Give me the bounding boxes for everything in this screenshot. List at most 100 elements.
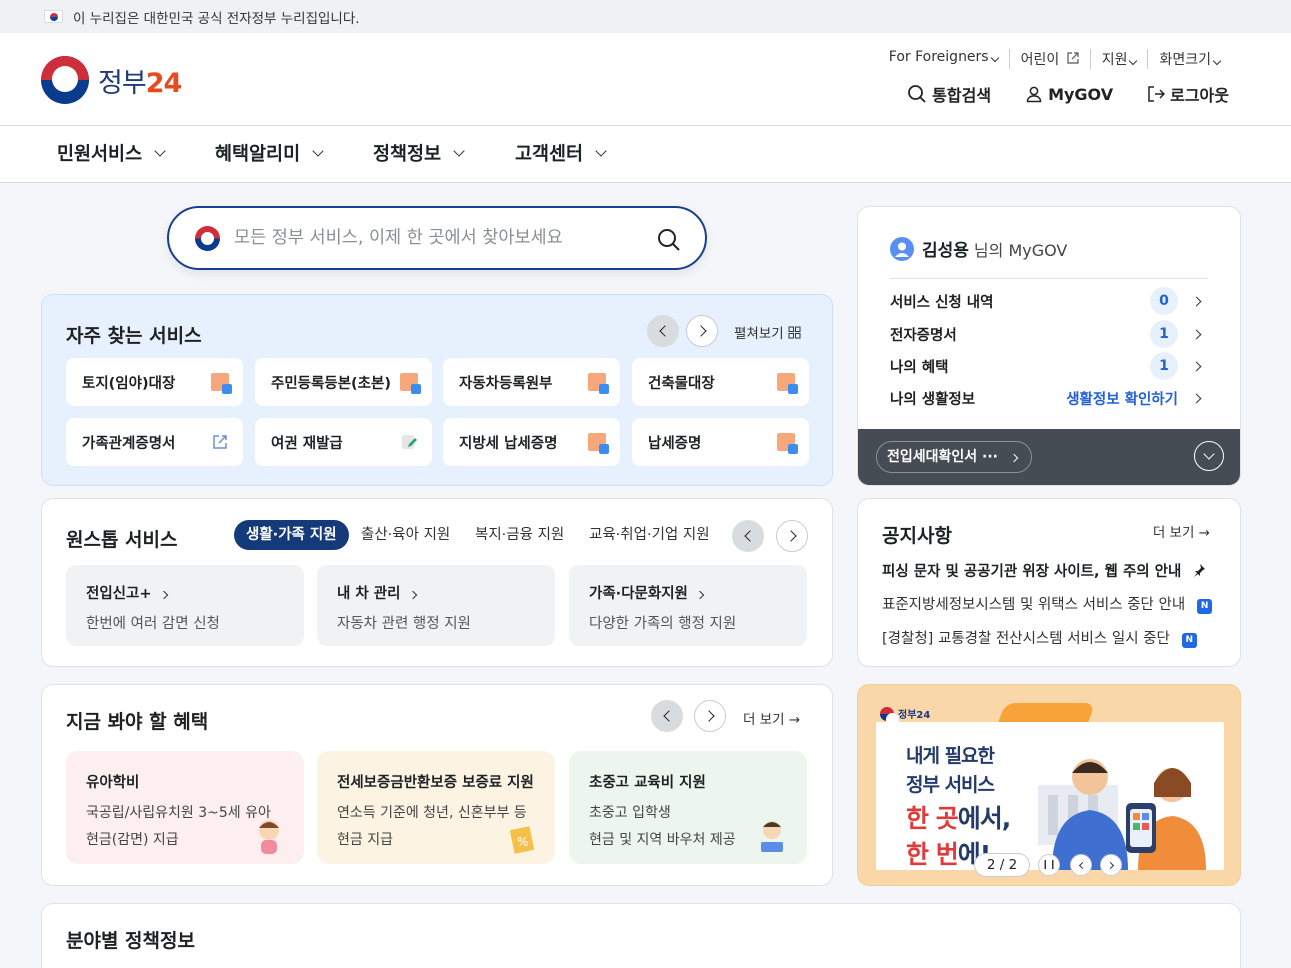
- chevron-right-icon: [1191, 296, 1202, 306]
- search-icon[interactable]: [657, 228, 681, 252]
- next-button[interactable]: [686, 315, 718, 347]
- mygov-row-e-certificate[interactable]: 전자증명서 1: [890, 318, 1204, 350]
- notice-item[interactable]: [경찰청] 교통경찰 전산시스템 서비스 일시 중단 N: [882, 627, 1197, 648]
- notice-more-link[interactable]: 더 보기 →: [1153, 521, 1210, 541]
- mygov-row-service-history[interactable]: 서비스 신청 내역 0: [890, 285, 1204, 317]
- benefits-more-link[interactable]: 더 보기 →: [743, 708, 800, 728]
- pencil-icon: [402, 435, 417, 449]
- chevron-down-icon: [154, 145, 166, 157]
- main-actions: 통합검색 MyGOV 로그아웃: [907, 82, 1229, 106]
- benefit-card[interactable]: 초중고 교육비 지원 초중고 입학생 현금 및 지역 바우처 제공: [569, 751, 807, 864]
- chevron-down-icon: [453, 145, 465, 157]
- tab-birth-childcare[interactable]: 출산·육아 지원: [349, 520, 462, 550]
- next-button[interactable]: [776, 520, 808, 552]
- external-link-icon: [1067, 52, 1079, 64]
- chevron-right-icon: [702, 710, 715, 722]
- tab-education-employment[interactable]: 교육·취업·기업 지원: [577, 520, 722, 550]
- onestop-item[interactable]: 가족·다문화지원 다양한 가족의 행정 지원: [569, 565, 807, 646]
- life-info-link[interactable]: 생활정보 확인하기: [1066, 388, 1178, 409]
- chevron-right-icon: [159, 590, 168, 600]
- promo-banner[interactable]: 정부24 내게 필요한 정부 서비스 한 곳에서, 한 번에! 2 / 2 ❙❙: [857, 684, 1241, 886]
- prev-button[interactable]: [732, 520, 764, 552]
- document-icon: [777, 433, 798, 454]
- banner-prev-button[interactable]: [1070, 854, 1092, 876]
- chevron-left-icon: [662, 710, 675, 722]
- service-local-tax-certificate[interactable]: 지방세 납세증명: [443, 418, 620, 466]
- onestop-item[interactable]: 내 차 관리 자동차 관련 행정 지원: [317, 565, 555, 646]
- search-input[interactable]: [234, 228, 654, 248]
- logout-button[interactable]: 로그아웃: [1147, 82, 1229, 106]
- nav-customer-center[interactable]: 고객센터: [515, 140, 607, 166]
- benefit-card[interactable]: 전세보증금반환보증 보증료 지원 연소득 기준에 청년, 신혼부부 등 현금 지급…: [317, 751, 555, 864]
- util-kids[interactable]: 어린이: [1008, 49, 1090, 69]
- external-link-icon: [213, 435, 227, 449]
- mygov-button[interactable]: MyGOV: [1025, 82, 1113, 106]
- chevron-right-icon: [695, 590, 705, 600]
- nav-benefit-alert[interactable]: 혜택알리미: [215, 140, 324, 166]
- service-car-register[interactable]: 자동차등록원부: [443, 358, 620, 406]
- service-building-register[interactable]: 건축물대장: [632, 358, 809, 406]
- pause-button[interactable]: ❙❙: [1038, 854, 1060, 876]
- chevron-down-icon: [990, 53, 999, 63]
- user-icon: [1026, 86, 1042, 103]
- banner-next-button[interactable]: [1100, 854, 1122, 876]
- service-family-certificate[interactable]: 가족관계증명서: [66, 418, 243, 466]
- chevron-left-icon: [658, 325, 671, 337]
- chevron-left-icon: [1078, 861, 1086, 869]
- document-icon: [211, 373, 232, 394]
- chevron-left-icon: [743, 530, 756, 542]
- util-for-foreigners[interactable]: For Foreigners: [878, 49, 1009, 69]
- util-screen-size[interactable]: 화면크기: [1147, 49, 1231, 69]
- notice-item[interactable]: 피싱 문자 및 공공기관 위장 사이트, 웹 주의 안내: [882, 560, 1206, 581]
- prev-button[interactable]: [647, 315, 679, 347]
- chevron-right-icon: [408, 590, 417, 600]
- service-land-register[interactable]: 토지(임야)대장: [66, 358, 243, 406]
- quick-certificate-button[interactable]: 전입세대확인서 ···: [876, 441, 1032, 473]
- service-tax-certificate[interactable]: 납세증명: [632, 418, 809, 466]
- mygov-quick-bar: 전입세대확인서 ···: [858, 429, 1240, 485]
- service-resident-register[interactable]: 주민등록등본(초본): [255, 358, 432, 406]
- chevron-right-icon: [694, 325, 707, 337]
- tab-life-family[interactable]: 생활·가족 지원: [234, 520, 349, 550]
- nav-policy-info[interactable]: 정책정보: [373, 140, 465, 166]
- service-passport-reissue[interactable]: 여권 재발급: [255, 418, 432, 466]
- new-badge: N: [1197, 599, 1213, 614]
- expand-toggle-button[interactable]: [1194, 441, 1224, 471]
- nav-civil-service[interactable]: 민원서비스: [57, 140, 166, 166]
- benefit-card[interactable]: 유아학비 국공립/사립유치원 3~5세 유아 현금(감면) 지급: [66, 751, 304, 864]
- prev-button[interactable]: [651, 700, 683, 732]
- banner-headline: 내게 필요한 정부 서비스 한 곳에서, 한 번에!: [906, 745, 1011, 869]
- logout-icon: [1148, 86, 1166, 102]
- onestop-item[interactable]: 전입신고+ 한번에 여러 감면 신청: [66, 565, 304, 646]
- document-icon: [588, 433, 609, 454]
- chevron-right-icon: [1191, 329, 1202, 339]
- mygov-row-life-info[interactable]: 나의 생활정보 생활정보 확인하기: [890, 382, 1204, 414]
- gov24-logo[interactable]: 정부24: [41, 56, 182, 104]
- tab-welfare-finance[interactable]: 복지·금융 지원: [463, 520, 576, 550]
- notice-item[interactable]: 표준지방세정보시스템 및 위택스 서비스 중단 안내 N: [882, 593, 1213, 614]
- gov-emblem-icon: [41, 56, 89, 104]
- mygov-row-my-benefits[interactable]: 나의 혜택 1: [890, 350, 1204, 382]
- grid-icon: [788, 326, 801, 338]
- search-box: [167, 206, 707, 270]
- notice-panel: 공지사항 더 보기 → 피싱 문자 및 공공기관 위장 사이트, 웹 주의 안내…: [857, 498, 1241, 667]
- banner-logo: 정부24: [880, 706, 930, 726]
- new-badge: N: [1181, 633, 1197, 648]
- utility-menu: For Foreigners 어린이 지원 화면크기: [878, 49, 1231, 69]
- onestop-services-panel: 원스톱 서비스 생활·가족 지원 출산·육아 지원 복지·금융 지원 교육·취업…: [41, 498, 833, 667]
- document-icon: [400, 373, 421, 394]
- mygov-header: 김성용 님의 MyGOV: [890, 236, 1067, 261]
- total-search-button[interactable]: 통합검색: [907, 82, 991, 106]
- util-support[interactable]: 지원: [1089, 49, 1148, 69]
- gov-banner: 이 누리집은 대한민국 공식 전자정부 누리집입니다.: [0, 0, 1291, 33]
- banner-pager: 2 / 2: [974, 853, 1030, 877]
- notice-title: 공지사항: [882, 525, 952, 547]
- global-nav: 민원서비스 혜택알리미 정책정보 고객센터: [0, 126, 1291, 183]
- gov-emblem-icon: [195, 225, 220, 251]
- svg-text:%: %: [517, 835, 528, 849]
- benefits-title: 지금 봐야 할 혜택: [66, 711, 209, 733]
- avatar-icon: [890, 236, 914, 261]
- chevron-right-icon: [1009, 453, 1019, 463]
- expand-button[interactable]: 펼쳐보기: [734, 322, 801, 342]
- next-button[interactable]: [694, 700, 726, 732]
